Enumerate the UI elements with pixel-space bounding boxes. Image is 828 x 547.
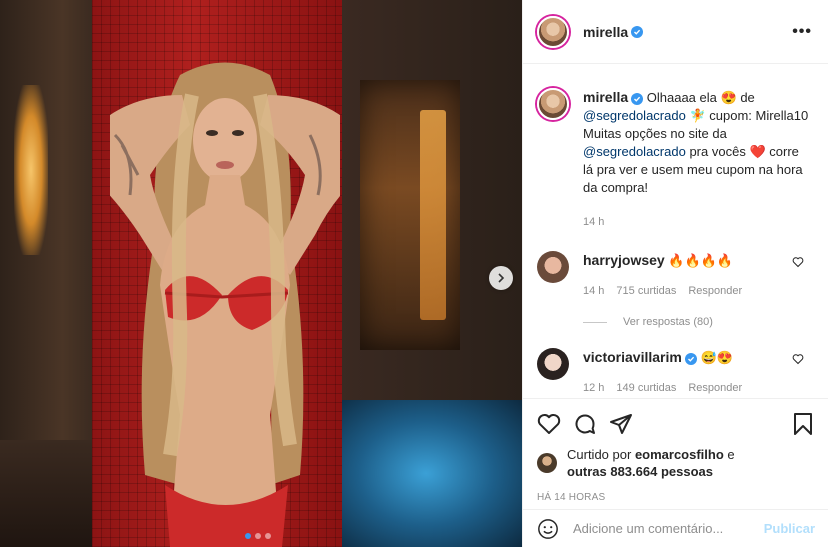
caption-text: mirella Olhaaaa ela 😍 de @segredolacrado… (583, 88, 812, 231)
comment-item: victoriavillarim 😅😍 12 h 149 curtidas Re… (523, 348, 828, 397)
caption-username[interactable]: mirella (583, 89, 628, 105)
likes-prefix: Curtido por (567, 447, 632, 462)
likes-middle: e (727, 447, 735, 462)
commenter-username[interactable]: harryjowsey (583, 252, 665, 268)
caption-time[interactable]: 14 h (583, 213, 812, 231)
caption-segment: Muitas opções no site da (583, 126, 727, 141)
view-replies-label: Ver respostas (80) (623, 316, 713, 328)
comments-scroll-area[interactable]: mirella Olhaaaa ela 😍 de @segredolacrado… (523, 64, 828, 398)
comment-likes[interactable]: 715 curtidas (616, 282, 676, 300)
carousel-next-button[interactable] (489, 266, 513, 290)
view-replies-button[interactable]: Ver respostas (80) (583, 316, 828, 328)
instagram-post: mirella ••• mirella Olhaaaa ela 😍 de @se… (0, 0, 828, 547)
post-photo[interactable] (0, 0, 522, 547)
author-avatar[interactable] (537, 15, 569, 48)
caption-segment: pra vocês (689, 144, 746, 159)
model-figure (110, 62, 340, 547)
like-heart-icon[interactable] (537, 412, 561, 436)
author-username[interactable]: mirella (583, 24, 628, 40)
carousel-dot (255, 533, 261, 539)
caption-segment: de (740, 90, 755, 105)
comment-meta: 12 h 149 curtidas Responder (583, 379, 773, 397)
heart-icon[interactable] (792, 353, 804, 365)
likes-others-link[interactable]: outras 883.664 pessoas (567, 464, 713, 479)
background-light (420, 110, 446, 320)
verified-badge-icon (631, 25, 644, 38)
liker-avatar[interactable] (537, 453, 557, 473)
bookmark-icon[interactable] (791, 412, 815, 436)
comment-text: 😅😍 (700, 350, 733, 365)
chevron-right-icon (498, 273, 505, 283)
verified-badge-icon (631, 93, 644, 105)
post-side-panel: mirella ••• mirella Olhaaaa ela 😍 de @se… (522, 0, 828, 547)
add-comment-bar: Publicar (523, 509, 828, 547)
emoji: 🧚 (689, 108, 706, 123)
likes-summary: Curtido por eomarcosfilho e outras 883.6… (537, 446, 815, 480)
pool (330, 400, 522, 547)
carousel-indicator (245, 533, 271, 539)
comment-time[interactable]: 12 h (583, 379, 604, 397)
heart-icon[interactable] (792, 256, 804, 268)
commenter-avatar[interactable] (537, 251, 569, 283)
liker-username[interactable]: eomarcosfilho (635, 447, 724, 462)
mention-link[interactable]: @segredolacrado (583, 144, 686, 159)
caption-avatar[interactable] (537, 88, 569, 120)
mention-link[interactable]: @segredolacrado (583, 108, 686, 123)
commenter-username[interactable]: victoriavillarim (583, 349, 682, 365)
comment-meta: 14 h 715 curtidas Responder (583, 282, 773, 300)
more-options-icon[interactable]: ••• (792, 23, 812, 41)
verified-badge-icon (684, 353, 697, 365)
post-header: mirella ••• (523, 0, 828, 64)
wall-lamp (14, 85, 48, 255)
caption-segment: Olhaaaa ela (646, 90, 717, 105)
post-caption: mirella Olhaaaa ela 😍 de @segredolacrado… (523, 64, 828, 231)
publish-button[interactable]: Publicar (764, 521, 815, 536)
comment-time[interactable]: 14 h (583, 282, 604, 300)
comment-text: 🔥🔥🔥🔥 (668, 253, 734, 268)
post-timestamp[interactable]: HÁ 14 HORAS (537, 492, 815, 503)
commenter-avatar[interactable] (537, 348, 569, 380)
comment-item: harryjowsey 🔥🔥🔥🔥 14 h 715 curtidas Respo… (523, 251, 828, 300)
carousel-dot (245, 533, 251, 539)
caption-segment: cupom: Mirella10 (709, 108, 809, 123)
comment-likes[interactable]: 149 curtidas (616, 379, 676, 397)
reply-button[interactable]: Responder (688, 282, 742, 300)
reply-button[interactable]: Responder (688, 379, 742, 397)
comment-bubble-icon[interactable] (573, 412, 597, 436)
post-actions: Curtido por eomarcosfilho e outras 883.6… (523, 398, 828, 503)
share-paper-plane-icon[interactable] (609, 412, 633, 436)
emoji: ❤️ (749, 144, 766, 159)
comment-input[interactable] (571, 520, 764, 537)
comment-body: harryjowsey 🔥🔥🔥🔥 14 h 715 curtidas Respo… (583, 251, 773, 300)
likes-text: Curtido por eomarcosfilho e outras 883.6… (567, 446, 735, 480)
carousel-dot (265, 533, 271, 539)
comment-body: victoriavillarim 😅😍 12 h 149 curtidas Re… (583, 348, 773, 397)
emoji: 😍 (720, 90, 737, 105)
divider (583, 321, 607, 323)
action-icons (537, 409, 815, 439)
author-name: mirella (583, 24, 792, 40)
emoji-smiley-icon[interactable] (537, 518, 559, 540)
